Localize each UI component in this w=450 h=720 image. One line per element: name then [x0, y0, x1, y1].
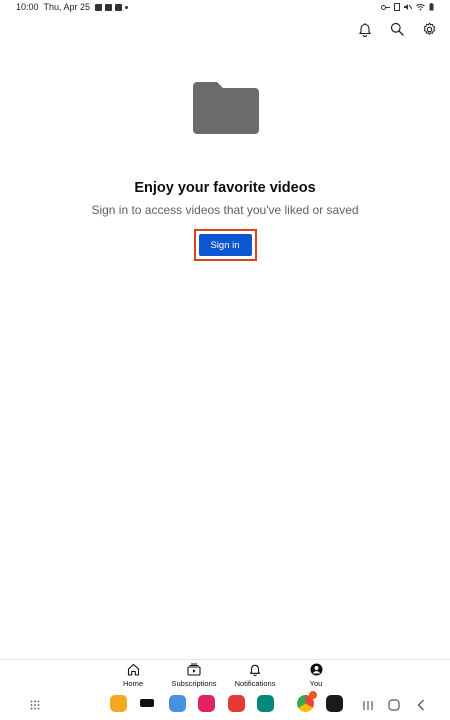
back-button[interactable] [414, 698, 428, 712]
notification-icons [95, 3, 129, 11]
status-date: Thu, Apr 25 [43, 2, 91, 12]
nav-item-home[interactable]: Home [103, 662, 163, 688]
nav-item-notifications[interactable]: Notifications [225, 662, 285, 688]
empty-state-title: Enjoy your favorite videos [134, 180, 316, 196]
status-bar: 10:00 Thu, Apr 25 [0, 0, 450, 14]
search-icon [390, 22, 404, 36]
settings-button[interactable] [420, 20, 438, 38]
image-notification-icon [95, 3, 103, 11]
system-nav [0, 691, 450, 720]
sign-in-button[interactable]: Sign in [198, 234, 252, 256]
screenshot-notification-icon [115, 3, 123, 11]
status-left: 10:00 Thu, Apr 25 [16, 2, 129, 12]
folder-icon [192, 82, 259, 134]
nav-item-you[interactable]: You [286, 662, 346, 688]
bell-icon [248, 662, 262, 676]
recents-button[interactable] [361, 698, 375, 712]
notifications-button[interactable] [356, 20, 374, 38]
back-chevron-icon [417, 699, 424, 711]
dock-app-files[interactable] [110, 695, 127, 712]
dock-app-store[interactable] [169, 695, 186, 712]
dock-app-camera[interactable] [198, 695, 215, 712]
sign-in-highlight: Sign in [193, 229, 257, 261]
wifi-icon [416, 4, 425, 11]
subscriptions-icon [187, 662, 201, 676]
grid-icon [30, 700, 40, 710]
home-square-icon [388, 699, 400, 711]
gear-icon [423, 22, 435, 35]
more-notifications-icon [125, 5, 129, 9]
recents-icon [363, 700, 373, 710]
status-right [381, 3, 434, 11]
account-icon [309, 662, 323, 676]
nav-label-notifications: Notifications [234, 679, 276, 688]
empty-state: Enjoy your favorite videos Sign in to ac… [0, 82, 450, 261]
nav-label-you: You [309, 679, 323, 688]
dock-app-notes[interactable] [228, 695, 245, 712]
top-actions [356, 20, 438, 38]
key-icon [381, 4, 390, 10]
dock-app-chrome[interactable] [297, 691, 317, 712]
bottom-nav: Home Subscriptions Notifications You [0, 659, 450, 691]
nav-label-home: Home [122, 679, 143, 688]
dock-app-vpn[interactable] [326, 695, 343, 712]
notification-badge [309, 691, 317, 699]
bell-icon [359, 22, 371, 37]
app-drawer-button[interactable] [28, 698, 42, 712]
mute-icon [404, 4, 412, 10]
status-time: 10:00 [16, 2, 39, 12]
battery-icon [429, 3, 434, 11]
dock-app-tv[interactable] [140, 699, 154, 707]
nav-item-subscriptions[interactable]: Subscriptions [164, 662, 224, 688]
empty-state-subtitle: Sign in to access videos that you've lik… [91, 203, 359, 217]
dock-app-calendar[interactable] [257, 695, 274, 712]
home-button[interactable] [387, 698, 401, 712]
search-button[interactable] [388, 20, 406, 38]
home-icon [126, 662, 140, 676]
app-notification-icon [105, 3, 113, 11]
nav-label-subscriptions: Subscriptions [171, 679, 217, 688]
sim-icon [394, 3, 400, 11]
